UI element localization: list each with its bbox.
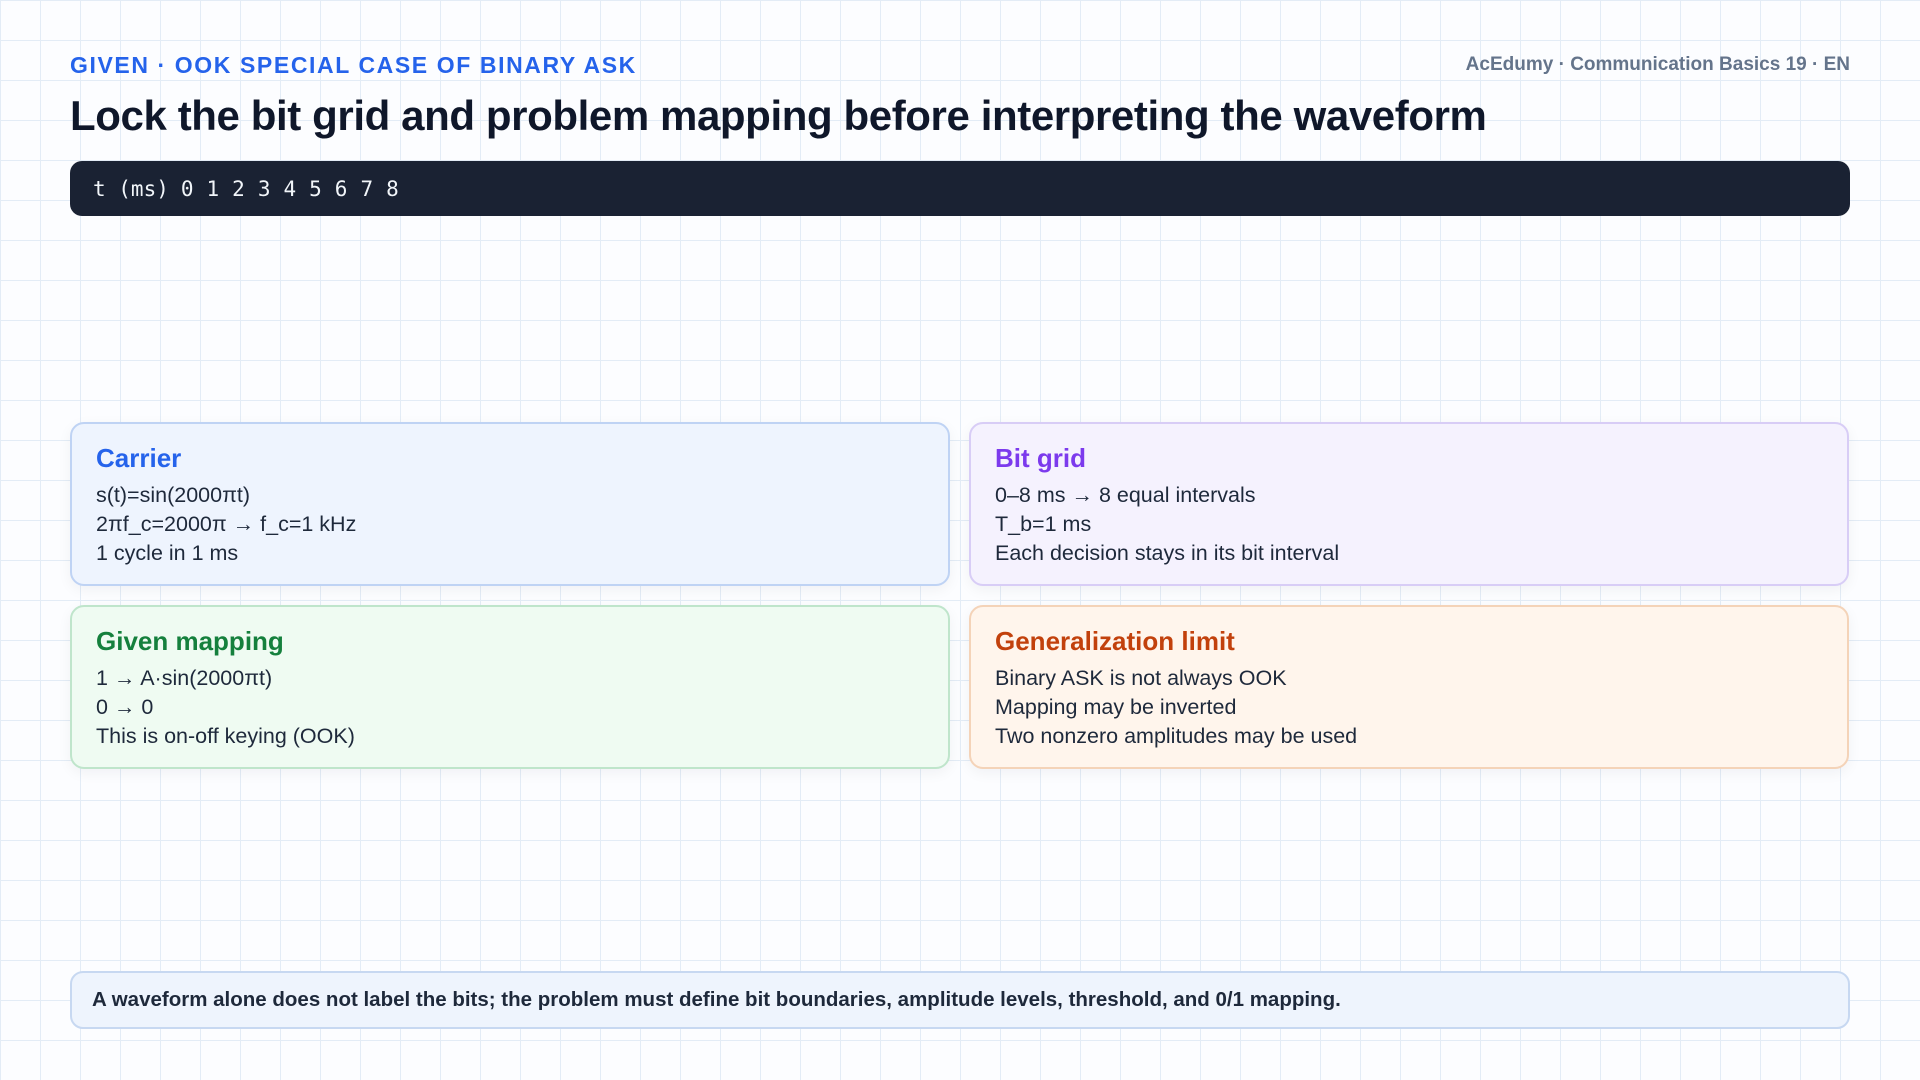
bit-grid-card-title: Bit grid (995, 443, 1086, 473)
time-tick: 2 (232, 176, 245, 201)
carrier-card-title: Carrier (96, 443, 182, 473)
time-tick: 1 (206, 176, 220, 201)
generalization-limit-card-title: Generalization limit (995, 626, 1235, 656)
bit-grid-card: Bit grid 0–8 ms → 8 equal intervals T_b=… (969, 422, 1849, 586)
time-tick: 0 (180, 176, 194, 201)
carrier-card-line: 1 cycle in 1 ms (96, 540, 239, 565)
brand-label: AcEdumy · Communication Basics 19 · EN (1465, 54, 1850, 75)
generalization-limit-card-line: Binary ASK is not always OOK (995, 665, 1287, 690)
given-mapping-card: Given mapping 1 → A·sin(2000πt) 0 → 0 Th… (70, 605, 950, 769)
bit-grid-card-line: 0–8 ms → 8 equal intervals (995, 482, 1256, 507)
carrier-card: Carrier s(t)=sin(2000πt) 2πf_c=2000π → f… (70, 422, 950, 586)
given-mapping-card-line: 1 → A·sin(2000πt) (96, 665, 273, 690)
time-tick: 3 (257, 176, 271, 201)
time-tick: 5 (309, 176, 322, 201)
time-tick: 6 (334, 176, 348, 201)
bit-grid-card-line: T_b=1 ms (995, 511, 1092, 536)
footer-note: A waveform alone does not label the bits… (70, 971, 1850, 1029)
time-tick: 7 (360, 176, 374, 201)
bit-grid-card-line: Each decision stays in its bit interval (995, 540, 1340, 565)
time-axis-bar: t (ms) 0 1 2 3 4 5 6 7 8 (70, 161, 1850, 216)
given-mapping-card-line: This is on-off keying (OOK) (96, 723, 355, 748)
time-axis-ticks: 0 1 2 3 4 5 6 7 8 (181, 177, 399, 201)
kicker-label: GIVEN · OOK SPECIAL CASE OF BINARY ASK (70, 52, 637, 78)
generalization-limit-card-line: Mapping may be inverted (995, 694, 1237, 719)
given-mapping-card-title: Given mapping (96, 626, 284, 656)
carrier-card-line: s(t)=sin(2000πt) (96, 482, 251, 507)
carrier-card-line: 2πf_c=2000π → f_c=1 kHz (96, 511, 357, 536)
time-axis-label: t (ms) (93, 176, 169, 201)
page-title: Lock the bit grid and problem mapping be… (70, 92, 1487, 139)
given-mapping-card-line: 0 → 0 (96, 694, 154, 719)
time-tick: 8 (386, 176, 399, 201)
generalization-limit-card-line: Two nonzero amplitudes may be used (995, 723, 1358, 748)
time-tick: 4 (283, 176, 297, 201)
generalization-limit-card: Generalization limit Binary ASK is not a… (969, 605, 1849, 769)
